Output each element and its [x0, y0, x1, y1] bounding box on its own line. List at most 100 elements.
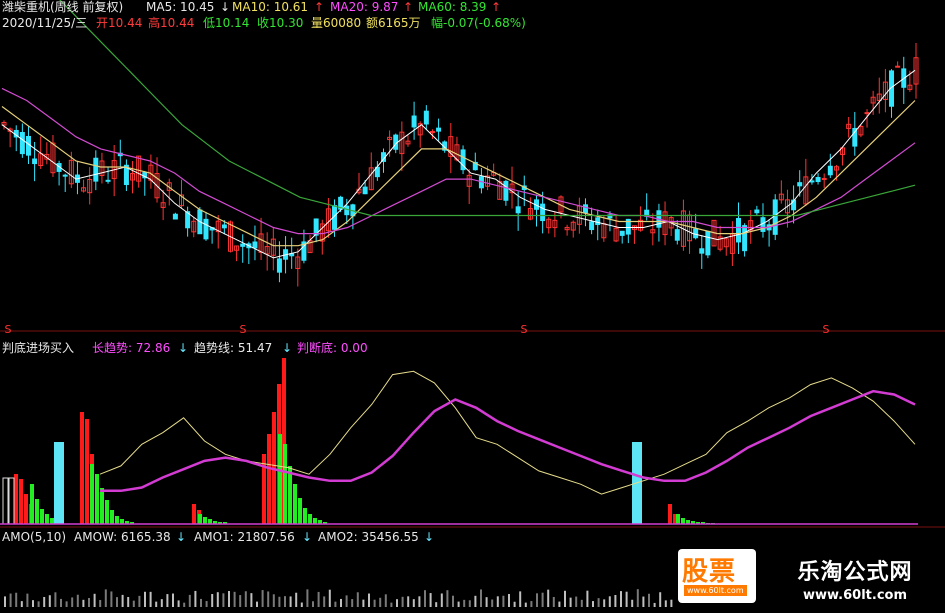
amo-bar — [530, 601, 533, 607]
amo-bar — [99, 599, 102, 607]
candle — [405, 135, 411, 147]
candle — [619, 230, 625, 244]
candle — [436, 118, 442, 141]
amo-bar — [356, 592, 359, 607]
candle — [735, 202, 741, 255]
amo-bar — [228, 591, 230, 607]
amo-bar — [368, 593, 370, 607]
amo-bar — [76, 594, 79, 607]
signal-bar — [668, 504, 672, 524]
signal-bar — [110, 510, 114, 524]
candle — [521, 175, 527, 207]
candle-body — [93, 157, 99, 182]
amo-bar — [608, 596, 611, 607]
signal-bar — [192, 504, 196, 524]
signal-bar — [293, 484, 297, 524]
amo-bar — [396, 599, 398, 607]
indicator-lines — [0, 370, 918, 525]
ma60-arrow-icon: ↑ — [491, 0, 502, 14]
amo-bar — [65, 601, 68, 607]
signal-bar — [203, 517, 207, 524]
candle — [252, 225, 258, 261]
candle-body — [895, 65, 901, 68]
amo-bar — [132, 600, 135, 607]
amo-bar — [345, 595, 348, 607]
candle — [319, 219, 325, 255]
low-price: 低10.14 — [203, 16, 250, 30]
amount-value: 额6165万 — [366, 16, 421, 30]
amo-bar — [485, 597, 488, 607]
amo-bar — [244, 591, 247, 607]
amo-bar — [121, 594, 124, 607]
amo-bar — [250, 593, 253, 607]
candle — [234, 245, 240, 262]
trend-line — [99, 370, 916, 495]
watermark-site-name: 乐淘公式网 — [797, 560, 913, 585]
sell-marker-s: S — [240, 323, 247, 336]
candle — [160, 189, 166, 221]
amo-bar — [340, 598, 342, 607]
candle — [313, 218, 319, 243]
amo-bar — [547, 589, 550, 607]
ma10-value: MA10: 10.61 — [232, 0, 309, 14]
candle — [240, 234, 246, 263]
signal-bar — [105, 500, 109, 524]
sell-marker-s: S — [521, 323, 528, 336]
candle — [723, 237, 729, 256]
amo-bar — [446, 590, 449, 607]
signal-bar — [30, 484, 34, 524]
signal-bar — [95, 474, 99, 524]
amo-bar — [110, 591, 113, 607]
candle — [99, 152, 105, 184]
amo-bar — [278, 596, 281, 607]
amo-bar — [177, 600, 180, 607]
amo-bar — [513, 601, 516, 607]
watermark-site: 乐淘公式网 www.60lt.com — [770, 552, 940, 604]
candle-body — [32, 158, 38, 165]
amo-bar — [541, 592, 544, 607]
amo-bar — [261, 590, 264, 607]
signal-bar — [54, 442, 64, 524]
candle — [44, 142, 50, 165]
candle — [448, 122, 454, 174]
amo-bar — [48, 595, 51, 607]
candle — [270, 227, 276, 271]
amo-bar — [429, 593, 432, 607]
amo-bar — [289, 596, 292, 607]
amo-bar — [659, 592, 662, 607]
candle — [50, 135, 56, 177]
amo-bar — [435, 602, 438, 607]
candle — [368, 152, 374, 191]
amo-bar — [211, 594, 214, 607]
candle-body — [62, 174, 68, 177]
masked-region-bottom — [222, 278, 720, 327]
amo-bar — [284, 596, 286, 607]
candle — [13, 125, 19, 152]
watermark-logo: 股票 www.60lt.com — [678, 549, 756, 603]
signal-bar — [24, 494, 28, 524]
amo-bar — [631, 599, 634, 607]
candle — [374, 161, 380, 181]
amo-bar — [43, 596, 46, 607]
amo-bar — [216, 592, 219, 607]
masked-region-top-right — [535, 16, 945, 140]
candle — [264, 232, 270, 271]
amo-bar — [155, 601, 158, 607]
amow-value: AMOW: 6165.38 — [74, 530, 171, 544]
candle — [172, 212, 178, 220]
stock-chart-terminal: S S S S 潍柴重机(周线 前复权) MA5: 10.45 ↓ MA10: 10.… — [0, 0, 945, 609]
signal-bar-outline — [2, 477, 9, 525]
candle-body — [252, 241, 258, 249]
amo-bar — [200, 598, 202, 607]
signal-bar — [85, 419, 89, 524]
amo-bar — [496, 596, 499, 607]
amo-bar — [653, 602, 656, 607]
amo-bar — [323, 596, 326, 607]
volume-value: 量60080 — [311, 16, 362, 30]
candle-body — [809, 180, 815, 183]
candle-body — [540, 203, 546, 222]
amo-bar — [160, 599, 163, 607]
candle — [772, 194, 778, 241]
candle-body — [429, 131, 435, 134]
candle — [411, 101, 417, 140]
